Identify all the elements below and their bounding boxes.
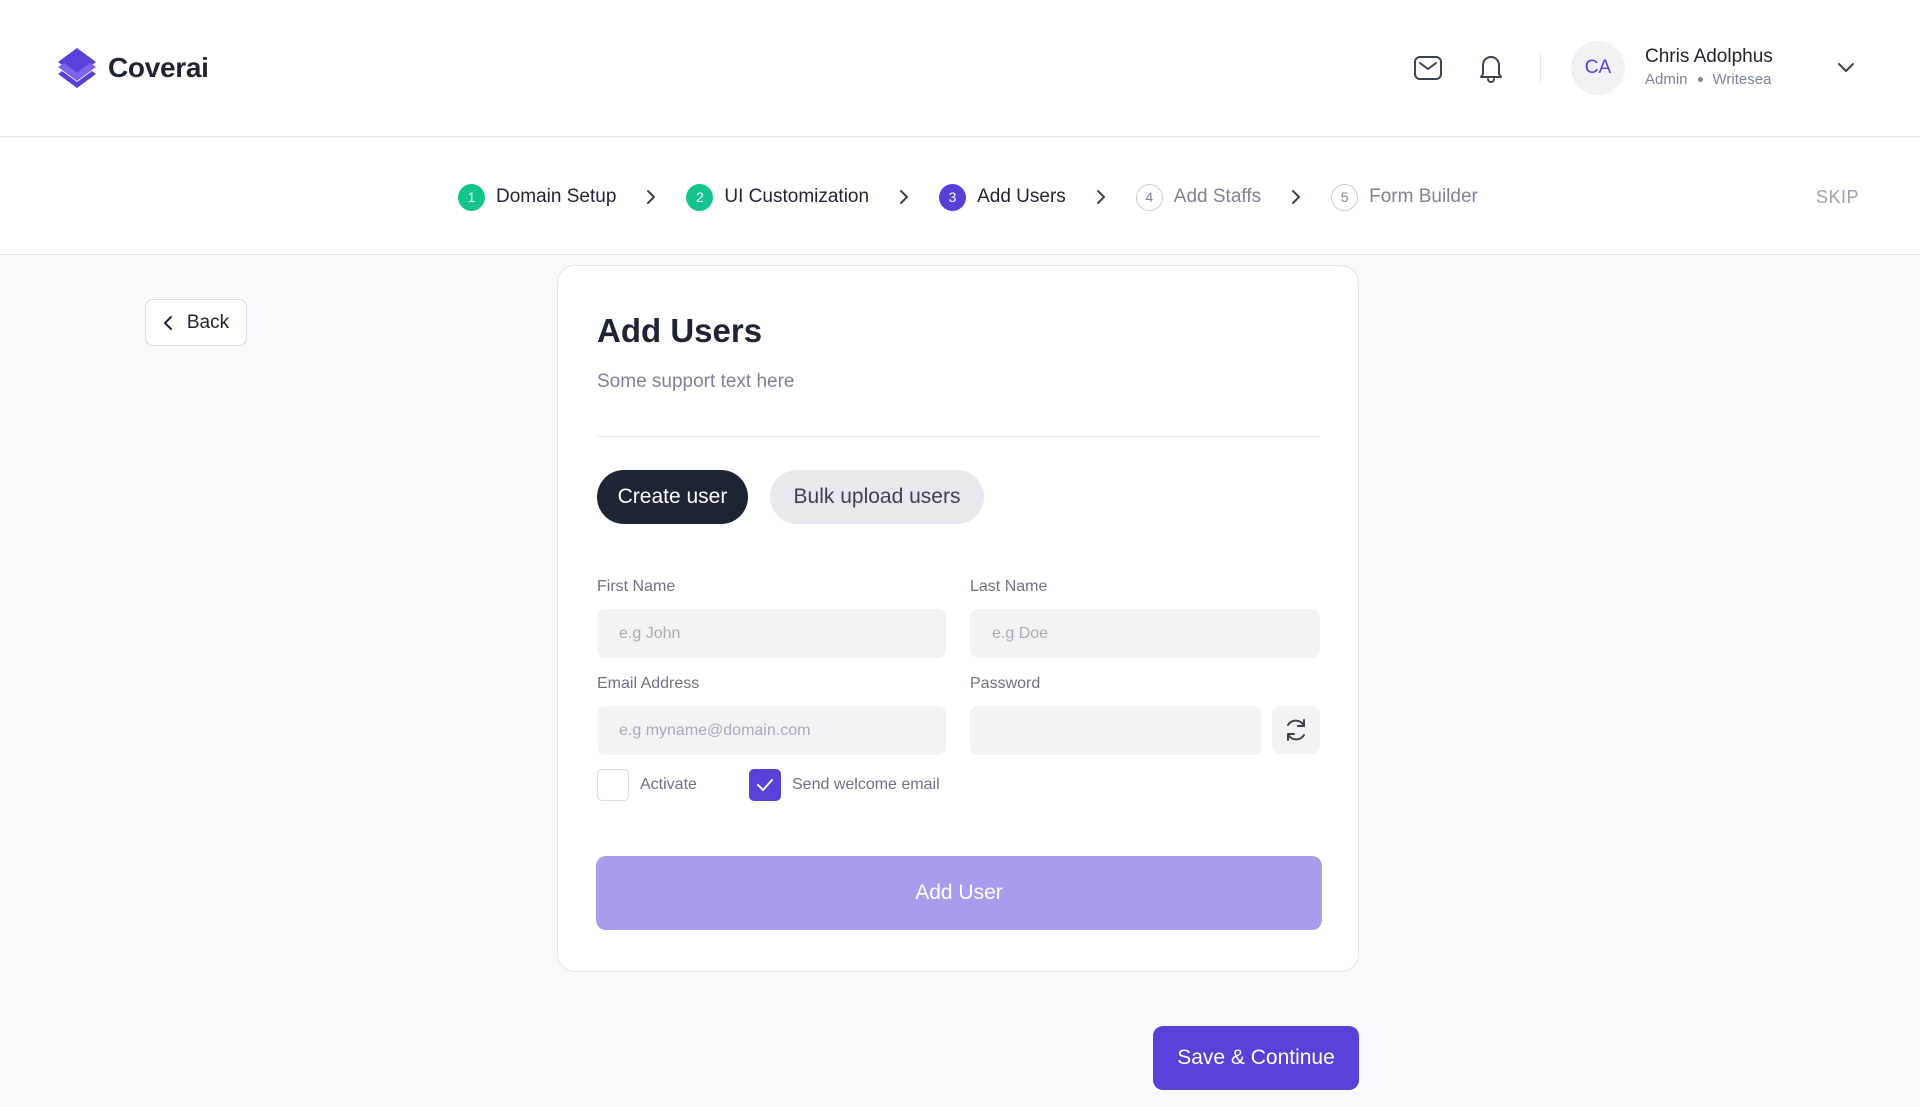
last-name-label: Last Name bbox=[970, 578, 1048, 595]
step-form-builder[interactable]: 5 Form Builder bbox=[1331, 183, 1478, 211]
coverai-logo-icon bbox=[58, 48, 96, 88]
separator-dot bbox=[1697, 77, 1703, 82]
step-label: Add Users bbox=[977, 186, 1066, 207]
step-number: 5 bbox=[1331, 183, 1359, 211]
bell-icon[interactable] bbox=[1473, 50, 1509, 86]
step-label: Form Builder bbox=[1369, 186, 1478, 207]
step-number: 2 bbox=[686, 183, 714, 211]
step-label: UI Customization bbox=[724, 186, 870, 207]
steps-list: 1 Domain Setup 2 UI Customization 3 Add … bbox=[458, 183, 1478, 211]
step-label: Domain Setup bbox=[496, 186, 617, 207]
generate-password-button[interactable] bbox=[1272, 706, 1320, 754]
chevron-down-icon[interactable] bbox=[1832, 56, 1860, 80]
header-divider bbox=[1540, 50, 1541, 86]
step-add-users[interactable]: 3 Add Users bbox=[939, 183, 1066, 211]
user-org: Writesea bbox=[1712, 71, 1772, 88]
step-ui-customization[interactable]: 2 UI Customization bbox=[686, 183, 870, 211]
send-welcome-email-label: Send welcome email bbox=[792, 776, 940, 793]
chevron-right-icon bbox=[640, 186, 662, 208]
chevron-right-icon bbox=[893, 186, 915, 208]
email-label: Email Address bbox=[597, 675, 700, 692]
user-role-line: Admin Writesea bbox=[1645, 71, 1771, 88]
setup-stepper: 1 Domain Setup 2 UI Customization 3 Add … bbox=[0, 138, 1920, 255]
back-button[interactable]: Back bbox=[145, 299, 247, 346]
mail-icon[interactable] bbox=[1410, 50, 1446, 86]
avatar[interactable]: CA bbox=[1571, 41, 1625, 95]
step-domain-setup[interactable]: 1 Domain Setup bbox=[458, 183, 617, 211]
save-continue-button[interactable]: Save & Continue bbox=[1153, 1026, 1359, 1090]
password-label: Password bbox=[970, 675, 1041, 692]
page-title: Add Users bbox=[597, 312, 763, 349]
send-welcome-email-checkbox[interactable] bbox=[749, 769, 781, 801]
step-label: Add Staffs bbox=[1173, 186, 1262, 207]
top-header: Coverai CA Chris Adolphus Admin Writesea bbox=[0, 0, 1920, 137]
add-users-card: Add Users Some support text here Create … bbox=[557, 265, 1359, 972]
refresh-icon bbox=[1287, 719, 1305, 741]
step-number: 3 bbox=[939, 183, 967, 211]
chevron-left-icon bbox=[163, 315, 172, 330]
back-label: Back bbox=[186, 311, 230, 333]
first-name-field[interactable] bbox=[597, 609, 946, 658]
step-number: 4 bbox=[1135, 183, 1163, 211]
user-role: Admin bbox=[1645, 71, 1688, 88]
first-name-label: First Name bbox=[597, 578, 676, 595]
activate-label: Activate bbox=[640, 776, 697, 793]
page-subtitle: Some support text here bbox=[597, 371, 795, 392]
skip-button[interactable]: SKIP bbox=[1816, 187, 1859, 208]
chevron-right-icon bbox=[1285, 186, 1307, 208]
step-number: 1 bbox=[458, 183, 485, 211]
tab-create-user[interactable]: Create user bbox=[597, 470, 748, 524]
chevron-right-icon bbox=[1090, 186, 1112, 208]
divider bbox=[597, 436, 1320, 437]
user-name: Chris Adolphus bbox=[1645, 46, 1773, 67]
step-add-staffs[interactable]: 4 Add Staffs bbox=[1135, 183, 1262, 211]
brand-logo[interactable]: Coverai bbox=[58, 48, 209, 88]
add-user-button[interactable]: Add User bbox=[596, 856, 1322, 930]
checkmark-icon bbox=[757, 779, 773, 791]
email-field[interactable] bbox=[597, 706, 946, 755]
last-name-field[interactable] bbox=[970, 609, 1320, 658]
tab-bulk-upload-users[interactable]: Bulk upload users bbox=[770, 470, 984, 524]
activate-checkbox[interactable] bbox=[597, 769, 629, 801]
password-field[interactable] bbox=[970, 706, 1261, 755]
brand-name: Coverai bbox=[108, 52, 209, 83]
